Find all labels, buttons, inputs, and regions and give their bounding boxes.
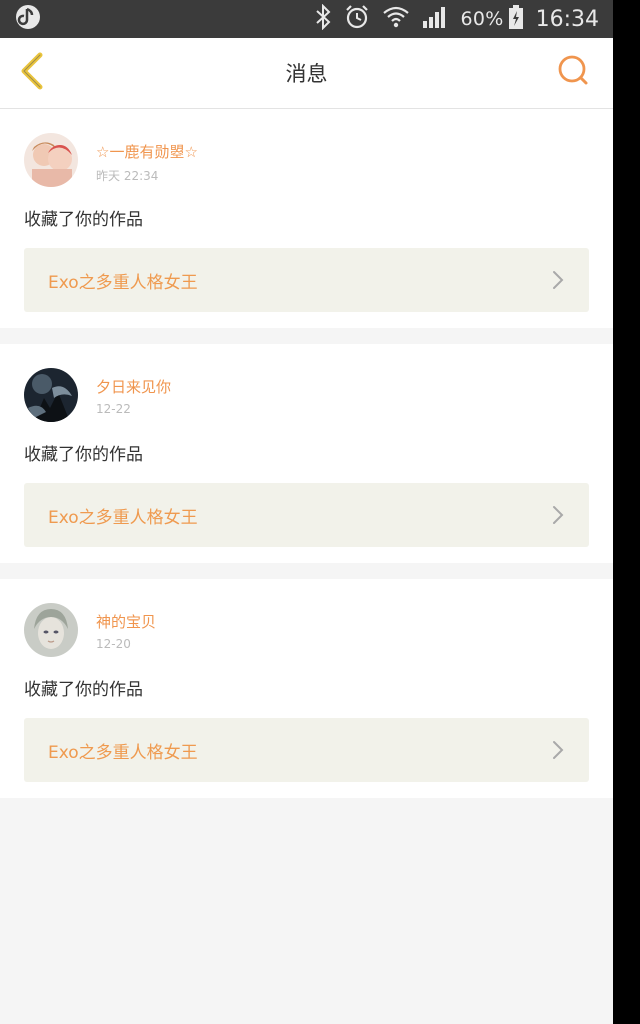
search-button[interactable] bbox=[555, 55, 591, 91]
chevron-right-icon bbox=[551, 504, 565, 526]
work-link[interactable]: Exo之多重人格女王 bbox=[24, 248, 589, 312]
chevron-right-icon bbox=[551, 269, 565, 291]
action-text: 收藏了你的作品 bbox=[24, 445, 143, 465]
work-title: Exo之多重人格女王 bbox=[48, 742, 198, 763]
signal-icon bbox=[422, 5, 448, 33]
bluetooth-icon bbox=[314, 3, 332, 34]
alarm-icon bbox=[344, 4, 370, 34]
work-link[interactable]: Exo之多重人格女王 bbox=[24, 718, 589, 782]
work-link[interactable]: Exo之多重人格女王 bbox=[24, 483, 589, 547]
timestamp: 12-20 bbox=[96, 637, 131, 651]
timestamp: 昨天 22:34 bbox=[96, 169, 159, 183]
wifi-icon bbox=[382, 4, 410, 34]
battery-percent: 60% bbox=[460, 8, 504, 30]
action-text: 收藏了你的作品 bbox=[24, 210, 143, 230]
work-title: Exo之多重人格女王 bbox=[48, 507, 198, 528]
user-name[interactable]: ☆一鹿有勋曌☆ bbox=[96, 141, 198, 162]
notification-card: 神的宝贝 12-20 收藏了你的作品 Exo之多重人格女王 bbox=[0, 579, 613, 798]
app-screen: 60% 16:34 消息 ☆一鹿有勋曌☆ 昨天 22:34 收藏了你的作品 Ex… bbox=[0, 0, 613, 1024]
work-title: Exo之多重人格女王 bbox=[48, 272, 198, 293]
app-notification-icon bbox=[14, 3, 42, 35]
timestamp: 12-22 bbox=[96, 402, 131, 416]
chevron-left-icon bbox=[18, 51, 46, 95]
page-title: 消息 bbox=[285, 62, 328, 86]
avatar[interactable] bbox=[24, 133, 78, 187]
notification-card: ☆一鹿有勋曌☆ 昨天 22:34 收藏了你的作品 Exo之多重人格女王 bbox=[0, 109, 613, 328]
action-text: 收藏了你的作品 bbox=[24, 680, 143, 700]
status-bar: 60% 16:34 bbox=[0, 0, 613, 38]
battery-charging-icon bbox=[508, 4, 524, 34]
avatar[interactable] bbox=[24, 603, 78, 657]
clock: 16:34 bbox=[535, 6, 599, 32]
navigation-bar: 消息 bbox=[0, 38, 613, 109]
user-name[interactable]: 夕日来见你 bbox=[96, 376, 171, 397]
search-icon bbox=[556, 54, 590, 92]
chevron-right-icon bbox=[551, 739, 565, 761]
notification-list: ☆一鹿有勋曌☆ 昨天 22:34 收藏了你的作品 Exo之多重人格女王 夕日来见… bbox=[0, 109, 613, 798]
user-name[interactable]: 神的宝贝 bbox=[96, 611, 156, 632]
notification-card: 夕日来见你 12-22 收藏了你的作品 Exo之多重人格女王 bbox=[0, 344, 613, 563]
back-button[interactable] bbox=[16, 51, 48, 95]
avatar[interactable] bbox=[24, 368, 78, 422]
